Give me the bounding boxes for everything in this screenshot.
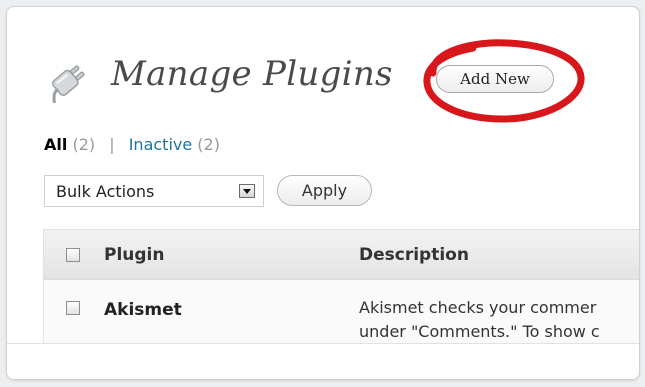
page-title: Manage Plugins	[111, 54, 393, 94]
apply-button[interactable]: Apply	[277, 175, 372, 206]
plugins-page: Manage Plugins Add New All (2) | Inactiv…	[7, 7, 639, 343]
filter-all-count: (2)	[72, 135, 96, 154]
filter-separator: |	[109, 135, 115, 154]
dropdown-arrow-icon[interactable]	[239, 184, 255, 198]
table-header: Plugin Description	[43, 229, 639, 280]
plugin-description-line-1: Akismet checks your commer	[359, 298, 597, 317]
select-all-checkbox[interactable]	[66, 248, 80, 262]
filter-inactive[interactable]: Inactive	[129, 135, 193, 154]
plugins-table: Plugin Description Akismet Akismet check…	[43, 229, 639, 343]
screenshot-card: Manage Plugins Add New All (2) | Inactiv…	[6, 6, 640, 380]
row-checkbox[interactable]	[66, 301, 80, 315]
bulk-actions-value: Bulk Actions	[56, 182, 155, 201]
status-filters: All (2) | Inactive (2)	[44, 135, 220, 154]
bulk-actions-select[interactable]: Bulk Actions	[44, 175, 264, 207]
column-description: Description	[359, 245, 469, 265]
filter-inactive-count: (2)	[197, 135, 220, 154]
plugin-name: Akismet	[104, 300, 182, 320]
plugin-plug-icon	[52, 65, 85, 103]
plugin-description-line-2: under "Comments." To show c	[359, 322, 600, 341]
add-new-button[interactable]: Add New	[436, 65, 554, 93]
filter-all[interactable]: All	[44, 135, 67, 154]
card-footer-space	[7, 343, 639, 379]
crop-edge-divider	[7, 343, 639, 344]
table-row: Akismet Akismet checks your commer under…	[43, 280, 639, 343]
column-plugin: Plugin	[104, 245, 165, 265]
